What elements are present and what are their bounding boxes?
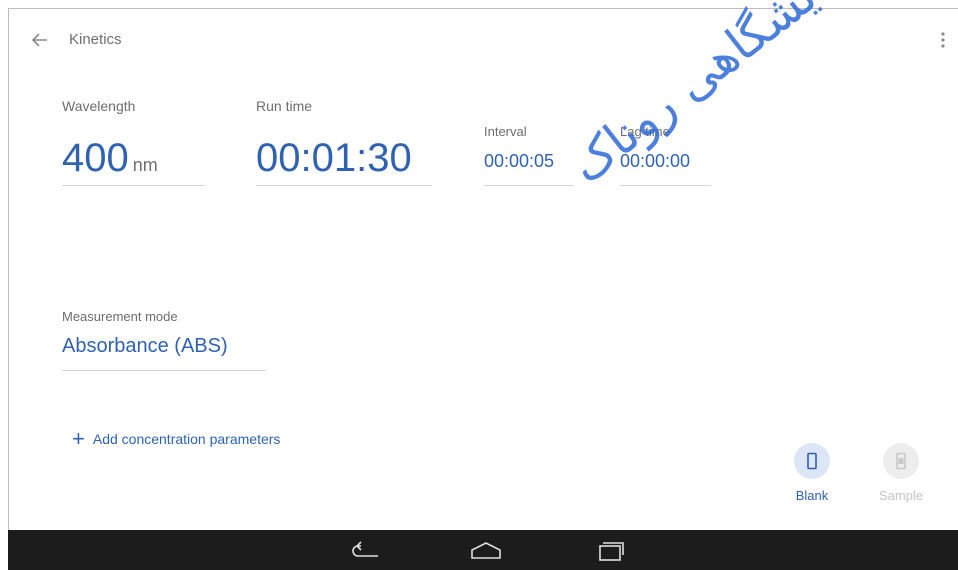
run-time-label: Run time — [256, 98, 313, 114]
run-time-field[interactable]: Run time 00:01:30 — [256, 98, 432, 186]
cuvette-icon — [807, 452, 817, 470]
interval-value: 00:00:05 — [484, 151, 555, 171]
interval-underline — [484, 185, 574, 186]
wavelength-unit: nm — [132, 155, 158, 175]
wavelength-value: 400 — [62, 136, 129, 180]
blank-button[interactable]: Blank — [782, 443, 842, 513]
more-vert-icon — [941, 32, 945, 48]
interval-label: Interval — [484, 124, 527, 139]
wavelength-underline — [62, 185, 205, 186]
page-title: Kinetics — [69, 31, 122, 48]
sample-label: Sample — [878, 488, 924, 503]
sample-button[interactable]: Sample — [871, 443, 931, 513]
blank-icon-circle — [794, 443, 830, 479]
interval-field[interactable]: Interval 00:00:05 — [484, 124, 574, 186]
nav-back-icon — [352, 541, 378, 557]
nav-back-button[interactable] — [348, 540, 384, 562]
nav-recents-icon — [599, 542, 624, 561]
plus-icon: + — [72, 426, 85, 451]
wavelength-label: Wavelength — [62, 98, 136, 114]
lag-time-underline — [620, 185, 711, 186]
lag-time-label: Lag time — [620, 124, 670, 139]
system-nav-bar — [8, 530, 958, 570]
blank-label: Blank — [795, 488, 829, 503]
nav-home-button[interactable] — [468, 540, 504, 562]
measurement-mode-underline — [62, 370, 266, 371]
add-concentration-label: Add concentration parameters — [92, 431, 281, 447]
lag-time-field[interactable]: Lag time 00:00:00 — [620, 124, 711, 186]
arrow-left-icon — [32, 33, 47, 47]
back-button[interactable] — [27, 27, 53, 53]
app-bar: Kinetics — [9, 9, 958, 73]
measurement-mode-value: Absorbance (ABS) — [62, 335, 228, 357]
overflow-menu-button[interactable] — [934, 27, 952, 53]
sample-icon-circle — [883, 443, 919, 479]
run-time-underline — [256, 185, 432, 186]
run-time-value: 00:01:30 — [256, 136, 412, 180]
nav-home-icon — [471, 542, 501, 559]
wavelength-value-row: 400 nm — [62, 136, 158, 181]
wavelength-field[interactable]: Wavelength 400 nm — [62, 98, 205, 186]
lag-time-value: 00:00:00 — [620, 151, 691, 171]
measurement-mode-label: Measurement mode — [62, 309, 178, 324]
measurement-mode-dropdown[interactable]: Measurement mode Absorbance (ABS) — [62, 309, 266, 371]
add-concentration-button[interactable]: + Add concentration parameters — [72, 428, 280, 450]
nav-recents-button[interactable] — [592, 540, 628, 562]
cuvette-icon — [896, 452, 906, 470]
